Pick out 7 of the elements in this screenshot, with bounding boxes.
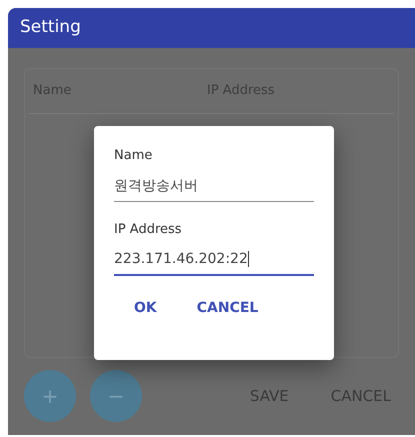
field-label: IP Address xyxy=(114,220,183,238)
input-field[interactable]: 223.171.46.202:22 xyxy=(114,249,314,276)
field-label: Name xyxy=(114,147,154,165)
input-field[interactable]: 원격방송서버 xyxy=(114,176,314,202)
window-title: Setting xyxy=(20,16,81,40)
cancel-button[interactable]: CANCEL xyxy=(196,298,258,319)
ok-button[interactable]: OK xyxy=(134,298,157,319)
